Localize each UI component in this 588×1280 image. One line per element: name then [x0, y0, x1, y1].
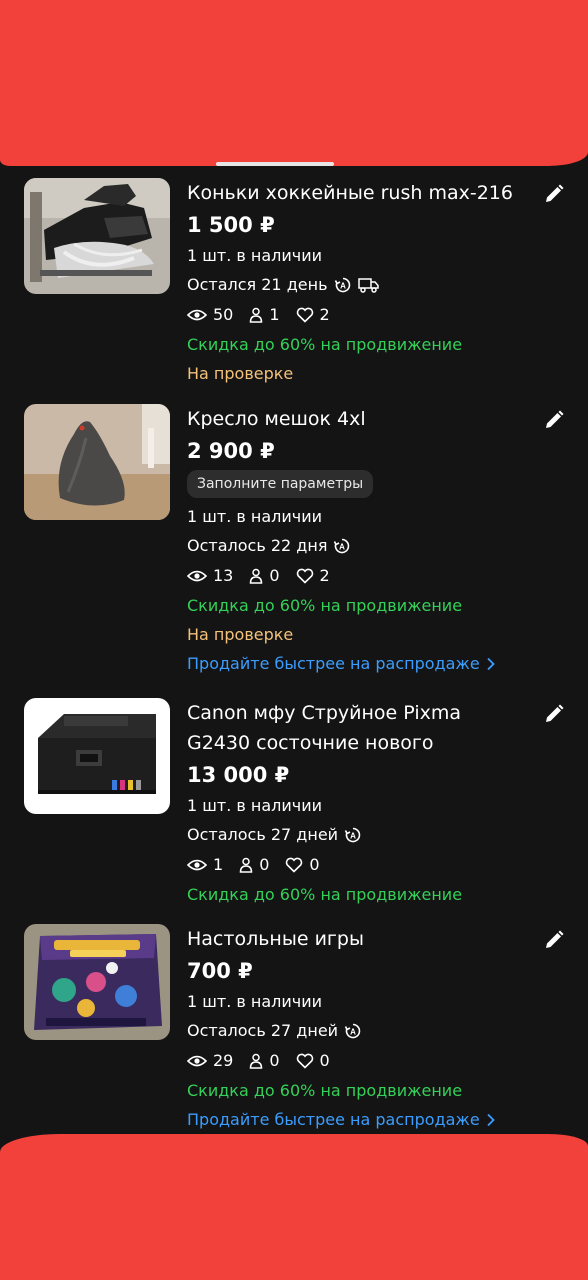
eye-icon [187, 1054, 207, 1068]
edit-button[interactable] [542, 928, 566, 952]
stock-text: 1 шт. в наличии [187, 246, 323, 265]
favorites-count: 0 [319, 1051, 330, 1070]
stock-text: 1 шт. в наличии [187, 992, 323, 1011]
listing-price: 1 500 ₽ [187, 213, 275, 237]
sale-link[interactable]: Продайте быстрее на распродаже [187, 1105, 540, 1134]
favorites-count: 2 [319, 566, 330, 585]
listing-photo-board-game[interactable] [24, 924, 170, 1040]
stock-text: 1 шт. в наличии [187, 507, 323, 526]
contacts-count: 0 [269, 1051, 280, 1070]
eye-icon [187, 858, 207, 872]
auto-renew-icon: A [333, 537, 351, 555]
svg-text:A: A [350, 831, 356, 840]
person-icon [249, 1053, 263, 1069]
listing-price: 2 900 ₽ [187, 439, 275, 463]
remaining-text: Осталось 27 дней [187, 1021, 339, 1040]
heart-icon [296, 568, 314, 584]
eye-icon [187, 308, 207, 322]
promo-discount-link[interactable]: Скидка до 60% на продвижение [187, 1076, 540, 1105]
eye-icon [187, 569, 207, 583]
listing-stats: 13 0 2 [187, 561, 540, 590]
auto-renew-icon: A [344, 1022, 362, 1040]
pencil-icon [543, 929, 565, 951]
sale-link[interactable]: Продайте быстрее на распродаже [187, 649, 540, 678]
listing-stats: 50 1 2 [187, 300, 540, 329]
moderation-status: На проверке [187, 364, 294, 383]
auto-renew-icon: A [344, 826, 362, 844]
redacted-area-bottom [0, 1134, 588, 1280]
pencil-icon [543, 409, 565, 431]
contacts-count: 1 [269, 305, 280, 324]
promo-discount-link[interactable]: Скидка до 60% на продвижение [187, 330, 540, 359]
listing-photo-printer[interactable] [24, 698, 170, 814]
remaining-time: Осталось 22 дня A [187, 531, 540, 560]
listing-stats: 1 0 0 [187, 850, 540, 879]
pencil-icon [543, 703, 565, 725]
person-icon [249, 307, 263, 323]
listing-price: 13 000 ₽ [187, 763, 290, 787]
views-count: 50 [213, 305, 234, 324]
moderation-status: На проверке [187, 625, 294, 644]
heart-icon [296, 1053, 314, 1069]
remaining-text: Остался 21 день [187, 275, 328, 294]
person-icon [249, 568, 263, 584]
heart-icon [285, 857, 303, 873]
sale-link-text: Продайте быстрее на распродаже [187, 654, 480, 673]
stock-text: 1 шт. в наличии [187, 796, 323, 815]
remaining-time: Осталось 27 дней A [187, 1016, 540, 1045]
edit-button[interactable] [542, 182, 566, 206]
listing-title-line2: G2430 состочние нового [187, 732, 434, 754]
favorites-count: 2 [319, 305, 330, 324]
person-icon [239, 857, 253, 873]
heart-icon [296, 307, 314, 323]
chevron-right-icon [486, 657, 496, 671]
svg-text:A: A [350, 1027, 356, 1036]
listing-photo-bean-bag[interactable] [24, 404, 170, 520]
contacts-count: 0 [269, 566, 280, 585]
svg-text:A: A [340, 281, 346, 290]
views-count: 13 [213, 566, 234, 585]
edit-button[interactable] [542, 702, 566, 726]
pencil-icon [543, 183, 565, 205]
remaining-text: Осталось 22 дня [187, 536, 328, 555]
svg-text:A: A [340, 542, 346, 551]
remaining-time: Осталось 27 дней A [187, 820, 540, 849]
contacts-count: 0 [259, 855, 270, 874]
remaining-text: Осталось 27 дней [187, 825, 339, 844]
listing-stats: 29 0 0 [187, 1046, 540, 1075]
fill-parameters-chip[interactable]: Заполните параметры [187, 470, 374, 498]
listing-title[interactable]: Коньки хоккейные rush max-216 [187, 178, 540, 208]
truck-icon [357, 277, 380, 293]
auto-renew-icon: A [334, 276, 352, 294]
sale-link-text: Продайте быстрее на распродаже [187, 1110, 480, 1129]
listing-price: 700 ₽ [187, 959, 253, 983]
redacted-area-top [0, 0, 588, 166]
listing-title[interactable]: Настольные игры [187, 924, 540, 954]
edit-button[interactable] [542, 408, 566, 432]
promo-discount-link[interactable]: Скидка до 60% на продвижение [187, 591, 540, 620]
listing-title[interactable]: Кресло мешок 4xl [187, 404, 540, 434]
promo-discount-link[interactable]: Скидка до 60% на продвижение [187, 880, 540, 909]
views-count: 1 [213, 855, 224, 874]
chevron-right-icon [486, 1113, 496, 1127]
scroll-indicator [216, 162, 334, 166]
favorites-count: 0 [309, 855, 320, 874]
remaining-time: Остался 21 день A [187, 270, 540, 299]
listing-title-line1: Canon мфу Струйное Pixma [187, 702, 461, 724]
listing-photo-skates[interactable] [24, 178, 170, 294]
listing-title[interactable]: Canon мфу Струйное Pixma G2430 состочние… [187, 698, 540, 758]
views-count: 29 [213, 1051, 234, 1070]
